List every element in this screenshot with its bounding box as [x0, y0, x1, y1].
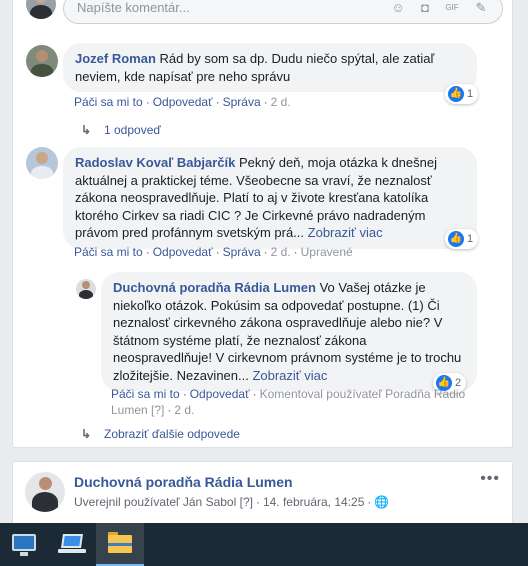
see-more-link[interactable]: Zobraziť viac — [249, 368, 327, 383]
like-link[interactable]: Páči sa mi to — [74, 95, 143, 109]
camera-icon[interactable]: ◘ — [417, 0, 433, 16]
reaction-count[interactable]: 👍 1 — [445, 84, 479, 104]
reply-avatar[interactable] — [76, 279, 96, 299]
monitor-icon — [12, 534, 36, 551]
reply-time[interactable]: 2 d. — [174, 403, 194, 417]
comment-bubble: Radoslav Kovaľ Babjarčík Pekný deň, moja… — [63, 147, 477, 249]
post-author-avatar[interactable] — [25, 472, 65, 512]
network-laptop-app-button[interactable] — [48, 523, 96, 566]
see-more-link[interactable]: Zobraziť viac — [304, 225, 383, 240]
reply-link[interactable]: Odpovedať — [190, 387, 250, 401]
post-author-name[interactable]: Duchovná poradňa Rádia Lumen — [74, 474, 293, 490]
like-link[interactable]: Páči sa mi to — [74, 245, 143, 259]
reply-author[interactable]: Duchovná poradňa Rádia Lumen — [113, 280, 316, 295]
reply-link[interactable]: Odpovedať — [153, 245, 213, 259]
more-options-icon[interactable]: ••• — [480, 470, 500, 488]
sticker-icon[interactable]: ✎ — [473, 0, 489, 16]
emoji-icon[interactable]: ☺ — [390, 0, 406, 16]
view-replies-link[interactable]: ↳ 1 odpoveď — [81, 123, 161, 137]
comment-author[interactable]: Jozef Roman — [75, 51, 156, 66]
post-date[interactable]: 14. februára, 14:25 — [263, 495, 364, 509]
published-by[interactable]: Uverejnil používateľ Ján Sabol — [74, 495, 236, 509]
gif-icon[interactable]: GIF — [444, 0, 460, 16]
comment-bubble: Jozef Roman Rád by som sa dp. Dudu niečo… — [63, 43, 477, 92]
reply-arrow-icon: ↳ — [81, 123, 92, 137]
windows-taskbar — [0, 523, 528, 566]
edited-label[interactable]: Upravené — [301, 245, 353, 259]
message-link[interactable]: Správa — [223, 245, 261, 259]
comment-actions: Páči sa mi to · Odpovedať · Správa · 2 d. · Upra… — [74, 245, 353, 259]
current-user-avatar[interactable] — [26, 0, 56, 19]
comment-input[interactable]: Napíšte komentár... ☺ ◘ GIF ✎ — [63, 0, 503, 24]
comment-avatar[interactable] — [26, 147, 58, 179]
post-meta: Uverejnil používateľ Ján Sabol [?] · 14. f… — [74, 495, 390, 509]
help-marker[interactable]: [?] — [151, 403, 164, 417]
message-link[interactable]: Správa — [223, 95, 261, 109]
commented-by-label[interactable]: Komentoval používateľ Poradňa Rádio — [260, 387, 466, 401]
view-more-replies-link[interactable]: ↳ Zobraziť ďalšie odpovede — [81, 427, 240, 441]
comment-time[interactable]: 2 d. — [271, 95, 291, 109]
reaction-count[interactable]: 👍 1 — [445, 229, 479, 249]
like-reaction-icon: 👍 — [448, 231, 464, 247]
like-link[interactable]: Páči sa mi to — [111, 387, 180, 401]
commented-by-label-2[interactable]: Lumen — [111, 403, 148, 417]
like-reaction-icon: 👍 — [448, 86, 464, 102]
monitor-app-button[interactable] — [0, 523, 48, 566]
reply-link[interactable]: Odpovedať — [153, 95, 213, 109]
help-marker[interactable]: [?] — [240, 495, 253, 509]
reply-actions: Páči sa mi to · Odpovedať · Komentoval použí… — [111, 387, 466, 417]
reply-bubble: Duchovná poradňa Rádia Lumen Vo Vašej ot… — [101, 272, 477, 391]
comment-avatar[interactable] — [26, 45, 58, 77]
laptop-icon — [61, 534, 83, 548]
reply-arrow-icon: ↳ — [81, 427, 92, 441]
file-explorer-app-button[interactable] — [96, 523, 144, 566]
globe-icon: 🌐 — [374, 495, 390, 509]
comment-actions: Páči sa mi to · Odpovedať · Správa · 2 d. — [74, 95, 291, 109]
comment-author[interactable]: Radoslav Kovaľ Babjarčík — [75, 155, 235, 170]
comments-card: Napíšte komentár... ☺ ◘ GIF ✎ Jozef Roma… — [12, 0, 513, 448]
comment-input-placeholder: Napíšte komentár... — [77, 0, 190, 15]
comment-time[interactable]: 2 d. — [271, 245, 291, 259]
